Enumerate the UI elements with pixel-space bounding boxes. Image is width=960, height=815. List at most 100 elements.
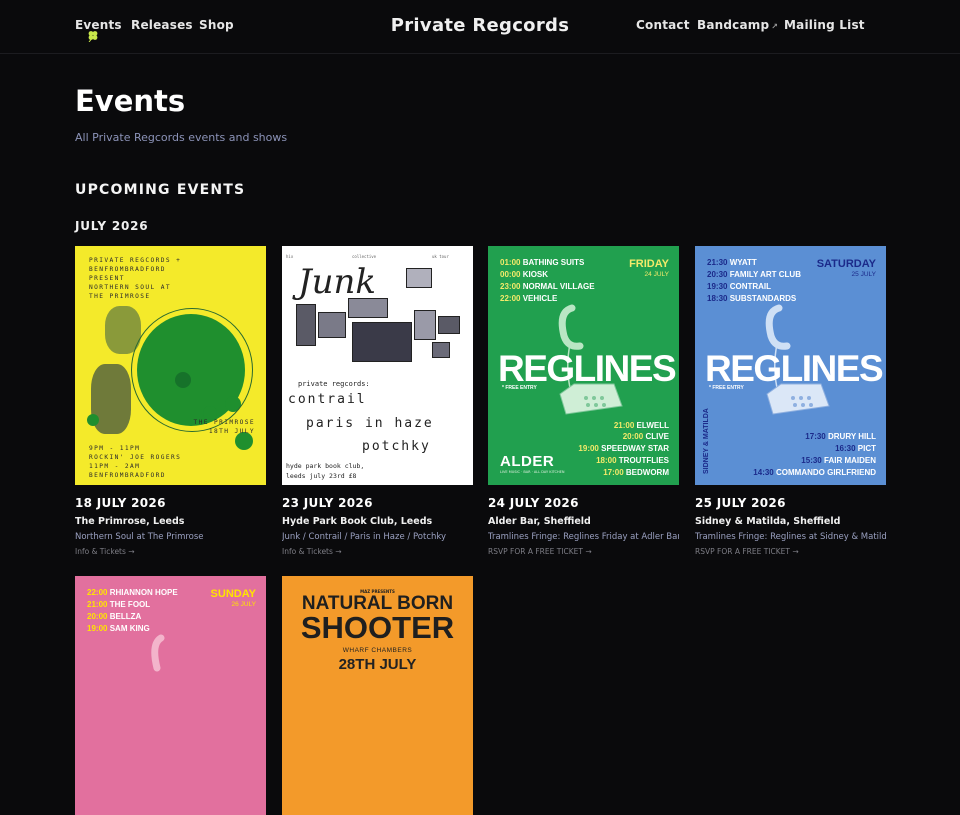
poster-time: 15:30 bbox=[801, 456, 822, 465]
poster-act: ELWELL bbox=[636, 421, 669, 430]
event-card: 01:00 BATHING SUITS 00:00 KIOSK 23:00 NO… bbox=[488, 246, 679, 556]
poster-graphic bbox=[296, 304, 316, 346]
event-card: PRIVATE REGCORDS + BENFROMBRADFORD PRESE… bbox=[75, 246, 266, 556]
poster-text: 9PM - 11PM bbox=[89, 445, 141, 452]
event-poster[interactable]: hix collective uk tour Junk private regc… bbox=[282, 246, 473, 485]
poster-time: 00:00 bbox=[500, 270, 521, 279]
poster-act: PICT bbox=[857, 444, 876, 453]
poster-graphic bbox=[406, 268, 432, 288]
poster-time: 14:30 bbox=[753, 468, 774, 477]
event-date: 25 JULY 2026 bbox=[695, 496, 786, 510]
poster-text: 11PM - 2AM bbox=[89, 463, 141, 470]
event-poster[interactable]: MAZ PRESENTS NATURAL BORN SHOOTER WHARF … bbox=[282, 576, 473, 815]
poster-act: TROUTFLIES bbox=[618, 456, 669, 465]
poster-graphic bbox=[318, 312, 346, 338]
event-poster[interactable]: PRIVATE REGCORDS + BENFROMBRADFORD PRESE… bbox=[75, 246, 266, 485]
poster-day: SATURDAY bbox=[816, 258, 876, 270]
poster-graphic bbox=[87, 414, 99, 426]
poster-text: collective bbox=[352, 254, 377, 259]
poster-text: PRIVATE REGCORDS + bbox=[89, 257, 182, 264]
event-venue: Sidney & Matilda, Sheffield bbox=[695, 516, 841, 527]
poster-text: NORTHERN SOUL AT bbox=[89, 284, 172, 291]
poster-text: 28TH JULY bbox=[338, 656, 417, 673]
poster-act: THE FOOL bbox=[109, 600, 151, 609]
poster-act: potchky bbox=[362, 439, 431, 454]
poster-text: hyde park book club, bbox=[286, 462, 365, 470]
poster-act: NORMAL VILLAGE bbox=[522, 282, 595, 291]
telephone-icon bbox=[151, 634, 165, 672]
poster-time: 19:00 bbox=[578, 444, 599, 453]
event-date: 18 JULY 2026 bbox=[75, 496, 166, 510]
poster-time: 21:00 bbox=[613, 421, 635, 430]
event-date: 24 JULY 2026 bbox=[488, 496, 579, 510]
poster-graphic bbox=[352, 322, 412, 362]
event-venue: Alder Bar, Sheffield bbox=[488, 516, 591, 527]
event-description: Tramlines Fringe: Reglines Friday at Adl… bbox=[488, 532, 679, 542]
external-link-icon: ↗ bbox=[771, 22, 779, 31]
poster-text: ROCKIN' JOE ROGERS bbox=[89, 454, 182, 461]
poster-text: WHARF CHAMBERS bbox=[342, 647, 413, 654]
event-poster[interactable]: 21:30 WYATT 20:30 FAMILY ART CLUB 19:30 … bbox=[695, 246, 886, 485]
poster-act: KIOSK bbox=[522, 270, 549, 279]
poster-text: LIVE MUSIC · BAR · ALL DAY KITCHEN bbox=[500, 470, 565, 474]
poster-text: private regcords: bbox=[298, 380, 370, 388]
poster-time: 01:00 bbox=[500, 258, 521, 267]
page-subtitle: All Private Regcords events and shows bbox=[75, 131, 288, 144]
poster-act: BELLZA bbox=[109, 612, 142, 621]
info-tickets-link[interactable]: Info & Tickets → bbox=[282, 547, 473, 556]
event-poster[interactable]: 22:00 RHIANNON HOPE 21:00 THE FOOL 20:00… bbox=[75, 576, 266, 815]
event-description: Tramlines Fringe: Reglines at Sidney & M… bbox=[695, 532, 886, 542]
poster-graphic bbox=[438, 316, 460, 334]
event-date: 23 JULY 2026 bbox=[282, 496, 373, 510]
venue-logo: SIDNEY & MATILDA bbox=[703, 408, 710, 474]
poster-text: THE PRIMROSE bbox=[89, 293, 151, 300]
poster-act: BEDWORM bbox=[625, 468, 669, 477]
poster-time: 16:30 bbox=[835, 444, 856, 453]
poster-title: SHOOTER bbox=[300, 610, 455, 645]
page-title: Events bbox=[75, 84, 186, 118]
event-card: MAZ PRESENTS NATURAL BORN SHOOTER WHARF … bbox=[282, 576, 473, 815]
poster-title: REGLINES bbox=[705, 348, 884, 389]
poster-act: BATHING SUITS bbox=[522, 258, 585, 267]
month-heading: JULY 2026 bbox=[75, 219, 149, 233]
poster-act: CONTRAIL bbox=[729, 282, 772, 291]
poster-time: 19:30 bbox=[707, 282, 728, 291]
poster-text: * FREE ENTRY bbox=[709, 385, 744, 391]
rsvp-link[interactable]: RSVP FOR A FREE TICKET → bbox=[488, 547, 679, 556]
poster-text: BENFROMBRADFORD bbox=[89, 472, 166, 479]
poster-text: hix bbox=[286, 254, 294, 259]
poster-graphic bbox=[131, 308, 253, 432]
poster-time: 18:00 bbox=[596, 456, 617, 465]
event-poster[interactable]: 01:00 BATHING SUITS 00:00 KIOSK 23:00 NO… bbox=[488, 246, 679, 485]
poster-day: SUNDAY bbox=[210, 588, 256, 600]
poster-day-date: 24 JULY bbox=[644, 271, 669, 278]
poster-act: COMMANDO GIRLFRIEND bbox=[776, 468, 876, 477]
poster-act: SUBSTANDARDS bbox=[729, 294, 797, 303]
poster-time: 17:30 bbox=[805, 432, 826, 441]
section-heading: UPCOMING EVENTS bbox=[75, 182, 246, 198]
poster-title: REGLINES bbox=[498, 348, 677, 389]
poster-act: SPEEDWAY STAR bbox=[601, 444, 669, 453]
poster-text: PRESENT bbox=[89, 275, 125, 282]
nav-contact[interactable]: Contact bbox=[636, 18, 690, 32]
nav-mailing-list[interactable]: Mailing List bbox=[784, 18, 865, 32]
poster-time: 23:00 bbox=[500, 282, 521, 291]
poster-act: paris in haze bbox=[306, 416, 434, 431]
poster-act: contrail bbox=[288, 392, 367, 407]
info-tickets-link[interactable]: Info & Tickets → bbox=[75, 547, 266, 556]
poster-time: 20:00 bbox=[87, 612, 108, 621]
poster-act: VEHICLE bbox=[522, 294, 558, 303]
poster-text: THE PRIMROSE bbox=[193, 419, 255, 426]
poster-day-date: 26 JULY bbox=[231, 601, 256, 608]
event-venue: Hyde Park Book Club, Leeds bbox=[282, 516, 433, 527]
top-navigation: Events Releases Shop Private Regcords Co… bbox=[0, 0, 960, 54]
poster-act: RHIANNON HOPE bbox=[109, 588, 178, 597]
poster-time: 19:00 bbox=[87, 624, 108, 633]
nav-bandcamp[interactable]: Bandcamp ↗ bbox=[697, 18, 778, 32]
rsvp-link[interactable]: RSVP FOR A FREE TICKET → bbox=[695, 547, 886, 556]
poster-time: 17:00 bbox=[603, 468, 624, 477]
poster-text: leeds july 23rd £8 bbox=[286, 472, 357, 480]
poster-time: 22:00 bbox=[500, 294, 521, 303]
poster-time: 20:30 bbox=[707, 270, 728, 279]
poster-graphic bbox=[348, 298, 388, 318]
